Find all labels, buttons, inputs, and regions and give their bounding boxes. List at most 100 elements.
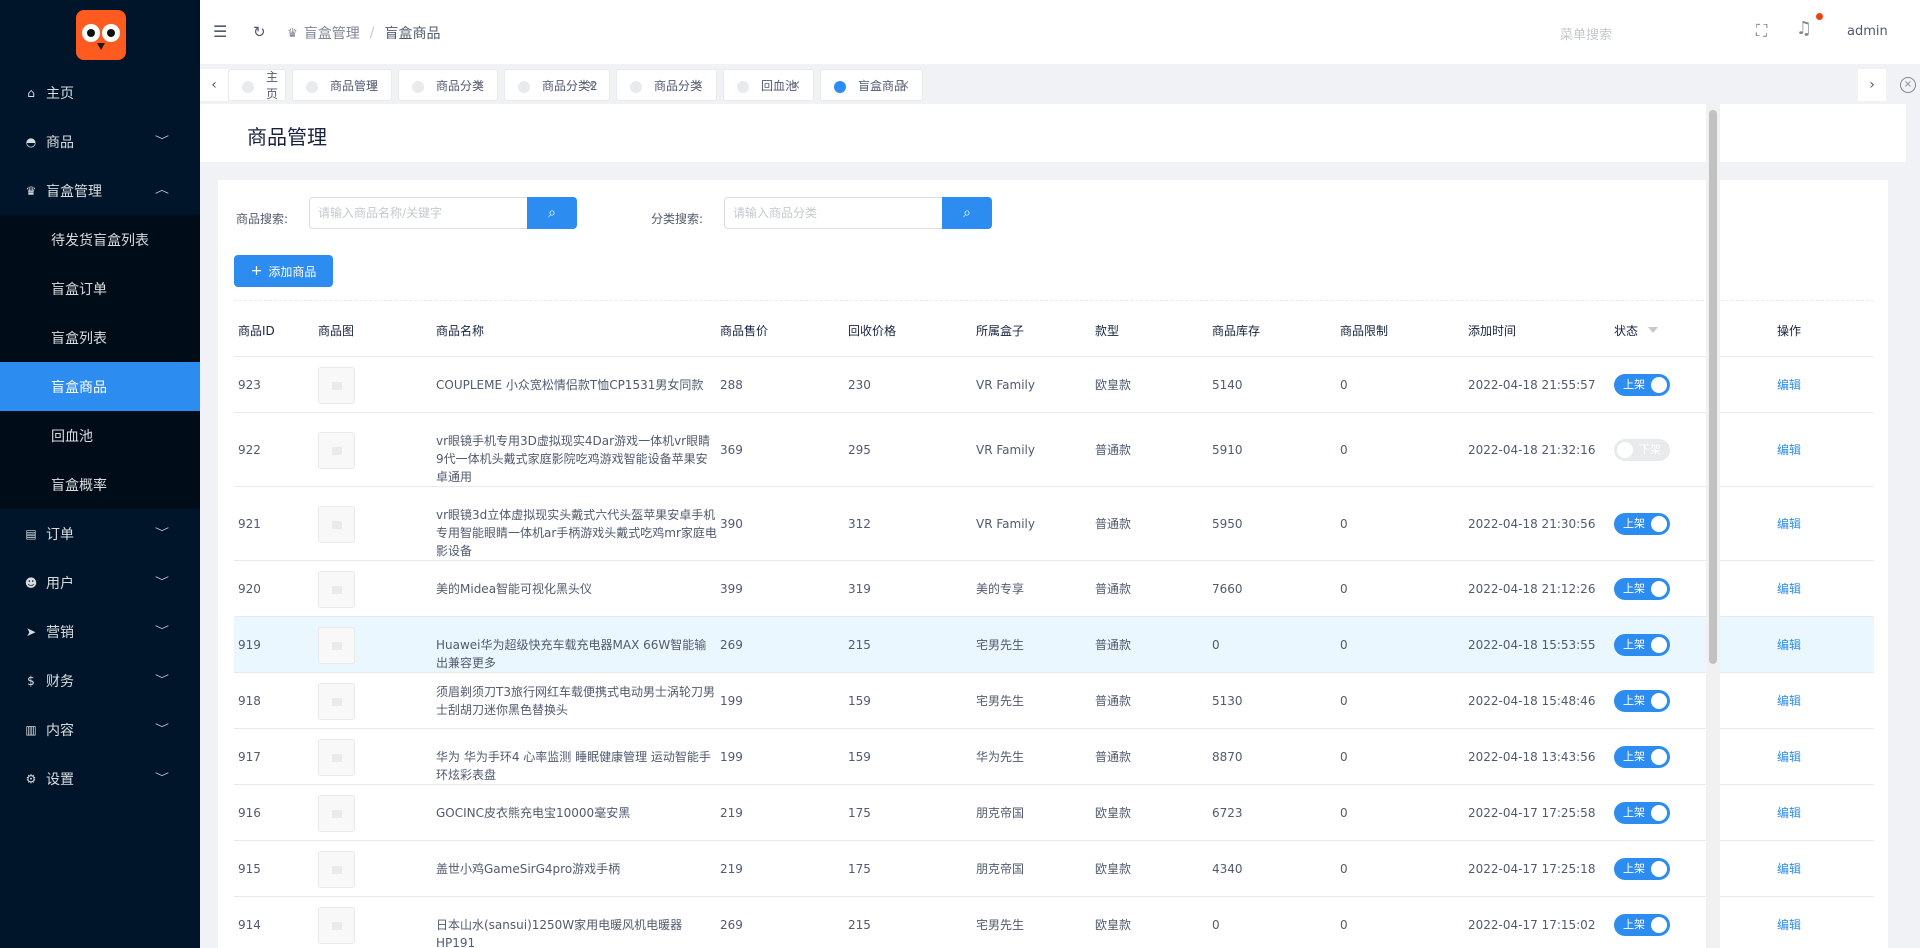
edit-link[interactable]: 编辑 bbox=[1777, 636, 1801, 653]
tab-item[interactable]: 商品管理 × bbox=[292, 69, 392, 101]
tab-close-icon[interactable]: × bbox=[899, 78, 910, 93]
product-image[interactable] bbox=[318, 795, 355, 832]
category-search-input[interactable]: 请输入商品分类 bbox=[724, 197, 943, 229]
top-header: ☰ ↻ ♛ 盲盒管理 / 盲盒商品 菜单搜索 ⛶ ♫ admin bbox=[200, 0, 1920, 64]
sidebar-item[interactable]: ♛ 盲盒管理 ︿ bbox=[0, 166, 200, 215]
product-name: 须眉剃须刀T3旅行网红车载便携式电动男士涡轮刀男士刮胡刀迷你黑色替换头 bbox=[436, 685, 715, 717]
created-time: 2022-04-18 15:53:55 bbox=[1468, 638, 1596, 652]
table-row[interactable]: 915 盖世小鸡GameSirG4pro游戏手柄 219 175 朋克帝国 欧皇款 4340… bbox=[234, 841, 1874, 897]
table-row[interactable]: 916 GOCINC皮衣熊充电宝10000毫安黑 219 175 朋克帝国 欧皇款 6723… bbox=[234, 785, 1874, 841]
product-image[interactable] bbox=[318, 367, 355, 404]
table-row[interactable]: 923 COUPLEME 小众宽松情侣款T恤CP1531男女同款 288 230 VR … bbox=[234, 357, 1874, 413]
sidebar-item[interactable]: ▥ 内容 ﹀ bbox=[0, 705, 200, 754]
table-row[interactable]: 917 华为 华为手环4 心率监测 睡眠健康管理 运动智能手环炫彩表盘 199 159… bbox=[234, 729, 1874, 785]
table-row[interactable]: 922 vr眼镜手机专用3D虚拟现实4Dar游戏一体机vr眼睛 9代一体机头戴式家… bbox=[234, 413, 1874, 487]
tab-close-icon[interactable]: × bbox=[474, 78, 485, 93]
table-row[interactable]: 921 vr眼镜3d立体虚拟现实头戴式六代头盔苹果安卓手机专用智能眼睛一体机ar手… bbox=[234, 487, 1874, 561]
status-toggle[interactable]: 上架 bbox=[1614, 513, 1670, 535]
table-row[interactable]: 918 须眉剃须刀T3旅行网红车载便携式电动男士涡轮刀男士刮胡刀迷你黑色替换头 19… bbox=[234, 673, 1874, 729]
filter-icon[interactable] bbox=[1648, 327, 1658, 333]
product-image[interactable] bbox=[318, 683, 355, 720]
tab-item[interactable]: 商品分类2 × bbox=[504, 69, 610, 101]
sidebar-item[interactable]: ⌂ 主页 bbox=[0, 68, 200, 117]
recycle-price: 175 bbox=[848, 806, 871, 820]
owl-logo[interactable] bbox=[76, 10, 126, 60]
status-toggle[interactable]: 上架 bbox=[1614, 802, 1670, 824]
sidebar-item[interactable]: 待发货盲盒列表 bbox=[0, 215, 200, 264]
product-image[interactable] bbox=[318, 432, 355, 469]
status-toggle[interactable]: 下架 bbox=[1614, 439, 1670, 461]
status-toggle[interactable]: 上架 bbox=[1614, 374, 1670, 396]
product-image[interactable] bbox=[318, 627, 355, 664]
edit-link[interactable]: 编辑 bbox=[1777, 515, 1801, 532]
product-id: 916 bbox=[238, 806, 261, 820]
edit-link[interactable]: 编辑 bbox=[1777, 804, 1801, 821]
tab-item[interactable]: 盲盒商品 × bbox=[820, 69, 923, 101]
menu-toggle-icon[interactable]: ☰ bbox=[213, 24, 227, 40]
edit-link[interactable]: 编辑 bbox=[1777, 860, 1801, 877]
edit-link[interactable]: 编辑 bbox=[1777, 580, 1801, 597]
edit-link[interactable]: 编辑 bbox=[1777, 376, 1801, 393]
product-price: 199 bbox=[720, 750, 743, 764]
product-search-button[interactable]: ⌕ bbox=[527, 197, 577, 229]
sidebar-item-label: 用户 bbox=[46, 575, 74, 592]
category-search-button[interactable]: ⌕ bbox=[942, 197, 992, 229]
breadcrumb-parent[interactable]: 盲盒管理 bbox=[304, 23, 360, 43]
tab-item[interactable]: 回血池 × bbox=[723, 69, 814, 101]
add-product-button[interactable]: + 添加商品 bbox=[234, 255, 333, 287]
status-toggle[interactable]: 上架 bbox=[1614, 914, 1670, 936]
sidebar-item[interactable]: ▤ 订单 ﹀ bbox=[0, 509, 200, 558]
status-toggle[interactable]: 上架 bbox=[1614, 578, 1670, 600]
refresh-icon[interactable]: ↻ bbox=[253, 24, 266, 40]
sidebar-item[interactable]: ➤ 营销 ﹀ bbox=[0, 607, 200, 656]
edit-link[interactable]: 编辑 bbox=[1777, 916, 1801, 933]
sidebar-item[interactable]: ◓ 商品 ﹀ bbox=[0, 117, 200, 166]
product-stock: 5910 bbox=[1212, 443, 1243, 457]
tab-close-icon[interactable]: × bbox=[586, 78, 597, 93]
tab-close-icon[interactable]: × bbox=[368, 78, 379, 93]
sidebar-item[interactable]: 盲盒概率 bbox=[0, 460, 200, 509]
sidebar-item[interactable]: 盲盒订单 bbox=[0, 264, 200, 313]
menu-search-input[interactable]: 菜单搜索 bbox=[1560, 24, 1612, 43]
sidebar-item[interactable]: ☻ 用户 ﹀ bbox=[0, 558, 200, 607]
tab-next-icon[interactable]: › bbox=[1858, 69, 1886, 101]
product-name: 盖世小鸡GameSirG4pro游戏手柄 bbox=[436, 862, 621, 876]
tab-item[interactable]: 商品分类 × bbox=[398, 69, 498, 101]
tab-close-icon[interactable]: × bbox=[790, 78, 801, 93]
tab-item[interactable]: 主页 bbox=[228, 69, 286, 101]
fullscreen-icon[interactable]: ⛶ bbox=[1756, 23, 1767, 39]
sidebar-item[interactable]: 盲盒商品 bbox=[0, 362, 200, 411]
product-image[interactable] bbox=[318, 907, 355, 944]
sidebar-item[interactable]: 回血池 bbox=[0, 411, 200, 460]
column-header[interactable]: 状态 bbox=[1614, 322, 1638, 339]
status-toggle[interactable]: 上架 bbox=[1614, 634, 1670, 656]
product-name: vr眼镜3d立体虚拟现实头戴式六代头盔苹果安卓手机专用智能眼睛一体机ar手柄游戏… bbox=[436, 508, 717, 558]
product-search-input[interactable]: 请输入商品名称/关键字 bbox=[309, 197, 528, 229]
edit-link[interactable]: 编辑 bbox=[1777, 692, 1801, 709]
user-name[interactable]: admin bbox=[1847, 24, 1888, 39]
edit-link[interactable]: 编辑 bbox=[1777, 748, 1801, 765]
page-scrollbar[interactable] bbox=[1706, 104, 1720, 948]
product-image[interactable] bbox=[318, 739, 355, 776]
tab-prev-icon[interactable]: ‹ bbox=[200, 69, 228, 101]
sidebar-item[interactable]: 盲盒列表 bbox=[0, 313, 200, 362]
product-image[interactable] bbox=[318, 851, 355, 888]
edit-link[interactable]: 编辑 bbox=[1777, 441, 1801, 458]
tab-close-icon[interactable]: × bbox=[693, 78, 704, 93]
close-all-tabs-icon[interactable]: × bbox=[1900, 77, 1916, 93]
tab-item[interactable]: 商品分类 × bbox=[616, 69, 717, 101]
sidebar-item[interactable]: ⚙ 设置 ﹀ bbox=[0, 754, 200, 803]
created-time: 2022-04-18 21:55:57 bbox=[1468, 378, 1596, 392]
sidebar-item[interactable]: $ 财务 ﹀ bbox=[0, 656, 200, 705]
scrollbar-thumb[interactable] bbox=[1709, 110, 1717, 664]
product-image[interactable] bbox=[318, 571, 355, 608]
table-row[interactable]: 919 Huawei华为超级快充车载充电器MAX 66W智能输出兼容更多 269 21… bbox=[234, 617, 1874, 673]
status-toggle[interactable]: 上架 bbox=[1614, 858, 1670, 880]
table-row[interactable]: 920 美的Midea智能可视化黑头仪 399 319 美的专享 普通款 7660 0 2022… bbox=[234, 561, 1874, 617]
product-image[interactable] bbox=[318, 506, 355, 543]
status-toggle[interactable]: 上架 bbox=[1614, 746, 1670, 768]
table-row[interactable]: 914 日本山水(sansui)1250W家用电暖风机电暖器HP191 269 215… bbox=[234, 897, 1874, 948]
status-toggle[interactable]: 上架 bbox=[1614, 690, 1670, 712]
sidebar-item-label: 主页 bbox=[46, 85, 74, 102]
bell-icon[interactable]: ♫ bbox=[1796, 20, 1812, 38]
